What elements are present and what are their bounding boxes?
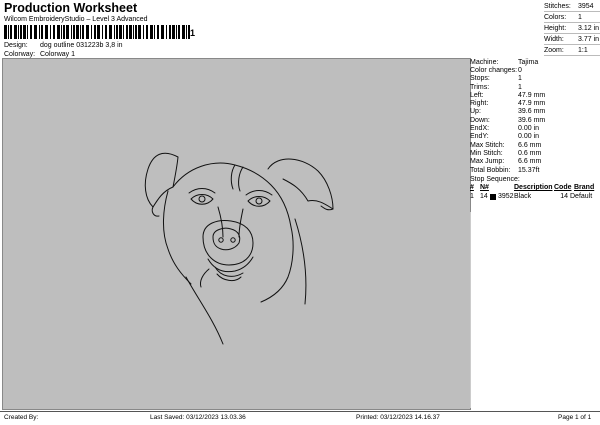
stat-label: Colors: bbox=[544, 13, 567, 21]
machine-info-value: 47.9 mm bbox=[518, 91, 546, 99]
machine-info-row: Down: 39.6 mm bbox=[470, 116, 600, 124]
stop-sequence-header: # N# Description Code Brand bbox=[470, 183, 600, 192]
machine-info-label: Color changes: bbox=[470, 66, 518, 74]
stat-value: 1 bbox=[578, 13, 582, 21]
design-preview bbox=[2, 58, 471, 410]
machine-info-value: 1 bbox=[518, 75, 522, 83]
stat-value: 3954 bbox=[578, 2, 594, 10]
machine-info-row: Stops: 1 bbox=[470, 75, 600, 83]
footer-printed: Printed: 03/12/2023 14.16.37 bbox=[356, 414, 440, 421]
stat-value: 1:1 bbox=[578, 46, 588, 54]
machine-info-value: 6.6 mm bbox=[518, 158, 542, 166]
machine-info-label: Total Bobbin: bbox=[470, 166, 511, 174]
machine-info-row: Color changes: 0 bbox=[470, 66, 600, 74]
machine-info-value: 6.6 mm bbox=[518, 141, 542, 149]
row-brand: Default bbox=[570, 193, 593, 201]
row-code: 14 bbox=[560, 193, 568, 201]
footer-last-saved: Last Saved: 03/12/2023 13.03.36 bbox=[150, 414, 246, 421]
machine-info-label: EndY: bbox=[470, 133, 489, 141]
stat-label: Height: bbox=[544, 24, 567, 32]
machine-info-row: EndX: 0.00 in bbox=[470, 124, 600, 132]
machine-info-value: Tajima bbox=[518, 58, 539, 66]
dog-outline-embroidery bbox=[144, 152, 334, 345]
design-value: dog outline 031223b 3,8 in bbox=[40, 42, 123, 49]
machine-info-label: Left: bbox=[470, 91, 484, 99]
machine-info-row: Up: 39.6 mm bbox=[470, 108, 600, 116]
machine-info-value: 47.9 mm bbox=[518, 100, 546, 108]
design-stats: Stitches: 3954 Colors: 1 Height: 3.12 in Wi… bbox=[544, 1, 600, 56]
row-description: Black bbox=[514, 193, 532, 201]
machine-info-row: Max Stitch: 6.6 mm bbox=[470, 141, 600, 149]
machine-info-row: Max Jump: 6.6 mm bbox=[470, 158, 600, 166]
thread-swatch bbox=[490, 193, 496, 200]
design-info: Design: dog outline 031223b 3,8 in Color… bbox=[4, 41, 123, 59]
machine-info-label: Trims: bbox=[470, 83, 490, 91]
machine-info-value: 0.00 in bbox=[518, 125, 540, 133]
stat-label: Zoom: bbox=[544, 46, 564, 54]
machine-info-row: Left: 47.9 mm bbox=[470, 91, 600, 99]
machine-info-label: Up: bbox=[470, 108, 481, 116]
barcode bbox=[4, 25, 190, 39]
machine-info-value: 0.00 in bbox=[518, 133, 540, 141]
machine-info-label: Max Stitch: bbox=[470, 141, 505, 149]
stat-label: Stitches: bbox=[544, 2, 571, 10]
machine-info-row: Min Stitch: 0.6 mm bbox=[470, 149, 600, 157]
machine-info-label: Max Jump: bbox=[470, 158, 505, 166]
machine-info-value: 15.37ft bbox=[518, 166, 540, 174]
machine-info-value: 39.6 mm bbox=[518, 108, 546, 116]
col-brand: Brand bbox=[574, 184, 595, 192]
col-code: Code bbox=[554, 184, 572, 192]
row-num: 1 bbox=[470, 193, 474, 201]
barcode-digit: 1 bbox=[190, 28, 196, 38]
machine-info-label: Down: bbox=[470, 116, 490, 124]
machine-info-label: Machine: bbox=[470, 58, 499, 66]
page-title: Production Worksheet bbox=[4, 1, 138, 15]
machine-info-label: Stops: bbox=[470, 75, 490, 83]
machine-info-panel: Machine: Tajima Color changes: 0 Stops: 1 Trim… bbox=[470, 58, 600, 201]
machine-info-row: Total Bobbin: 15.37ft bbox=[470, 166, 600, 174]
software-subtitle: Wilcom EmbroideryStudio – Level 3 Advanc… bbox=[4, 16, 148, 23]
stat-value: 3.12 in bbox=[578, 24, 600, 32]
machine-info-row: Right: 47.9 mm bbox=[470, 99, 600, 107]
machine-info-row: EndY: 0.00 in bbox=[470, 133, 600, 141]
machine-info-row: Machine: Tajima bbox=[470, 58, 600, 66]
machine-info-value: 39.6 mm bbox=[518, 116, 546, 124]
machine-info-label: Min Stitch: bbox=[470, 149, 503, 157]
page-footer: Created By: Last Saved: 03/12/2023 13.03… bbox=[0, 411, 600, 425]
machine-info-value: 0.6 mm bbox=[518, 149, 542, 157]
col-num: # bbox=[470, 184, 474, 192]
machine-info-row: Trims: 1 bbox=[470, 83, 600, 91]
machine-info-label: Right: bbox=[470, 100, 489, 108]
col-description: Description bbox=[514, 184, 553, 192]
row-stitches: 3952 bbox=[498, 193, 514, 201]
footer-created: Created By: bbox=[4, 414, 39, 421]
stat-value: 3.77 in bbox=[578, 35, 600, 43]
row-needle: 14 bbox=[480, 193, 488, 201]
footer-page: Page 1 of 1 bbox=[558, 414, 592, 421]
stat-label: Width: bbox=[544, 35, 564, 43]
design-label: Design: bbox=[4, 42, 28, 49]
machine-info-label: EndX: bbox=[470, 125, 490, 133]
stop-sequence-title: Stop Sequence: bbox=[470, 175, 520, 183]
panel-blank-area bbox=[470, 212, 600, 408]
stop-sequence-row: 1 14 3952 Black 14 Default bbox=[470, 192, 600, 201]
col-needle: N# bbox=[480, 184, 489, 192]
machine-info-value: 1 bbox=[518, 83, 522, 91]
machine-info-value: 0 bbox=[518, 66, 522, 74]
